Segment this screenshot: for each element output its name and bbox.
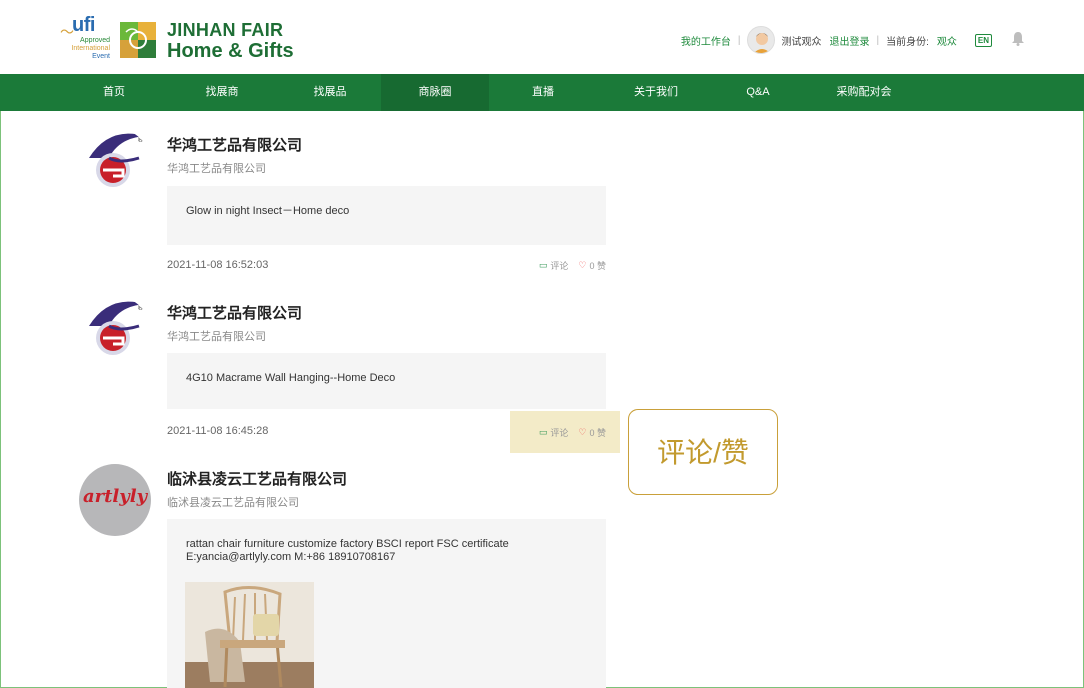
post-time: 2021-11-08 16:45:28 [167,425,269,437]
divider: | [876,34,880,46]
post-content: 4G10 Macrame Wall Hanging--Home Deco [167,353,606,409]
identity-value[interactable]: 观众 [937,33,957,48]
like-button[interactable]: ♡ 0 赞 [578,426,606,439]
nav-item-matchmaking[interactable]: 采购配对会 [810,74,918,111]
post-content-line: E:yancia@artlyly.com M:+86 18910708167 [186,551,396,563]
language-toggle[interactable]: EN [974,33,992,47]
jinhan-logo-icon [120,22,156,58]
user-avatar-icon [754,33,771,53]
comment-like-callout: 评论/赞 [628,409,778,495]
company-name[interactable]: 临沭县凌云工艺品有限公司 [167,468,347,489]
ufi-word: ufi [72,14,95,36]
post-actions-highlighted: ▭ 评论 ♡ 0 赞 [510,411,620,453]
nav-item-products[interactable]: 找展品 [276,74,384,111]
company-logo[interactable]: ® [79,296,151,368]
comment-icon: ▭ [538,259,548,270]
user-toolbar: 我的工作台 | 测试观众 退出登录 | 当前身份: 观众 EN [681,26,1024,54]
comment-label: 评论 [550,260,569,271]
identity-label: 当前身份: [886,36,929,48]
comment-icon: ▭ [538,426,548,437]
divider: | [737,34,741,46]
company-subtitle: 华鸿工艺品有限公司 [167,331,266,343]
nav-item-live[interactable]: 直播 [489,74,597,111]
company-name[interactable]: 华鸿工艺品有限公司 [167,134,302,155]
heart-icon: ♡ [578,426,587,437]
rattan-chair-image [185,582,314,688]
brand-title: JINHAN FAIR [167,20,284,40]
like-count: 0 赞 [589,260,606,271]
post-actions: ▭ 评论 ♡ 0 赞 [510,253,620,277]
ufi-approved: Approved [80,37,110,44]
comment-label: 评论 [550,427,569,438]
ufi-international: International [71,45,110,52]
nav-item-home[interactable]: 首页 [60,74,168,111]
company-name[interactable]: 华鸿工艺品有限公司 [167,302,302,323]
ufi-event: Event [92,53,110,60]
comment-button[interactable]: ▭ 评论 [539,426,569,439]
heart-icon: ♡ [578,259,587,270]
ufi-logo: 〜 ufi Approved International Event [58,14,110,60]
like-button[interactable]: ♡ 0 赞 [578,259,606,272]
nav-item-qa[interactable]: Q&A [704,74,812,111]
nav-item-about[interactable]: 关于我们 [602,74,710,111]
company-logo[interactable]: artlyly [79,464,151,536]
nav-item-business-circle[interactable]: 商脉圈 [381,74,489,111]
post-content-line: rattan chair furniture customize factory… [186,538,509,550]
artlyly-logo-text: artlyly [82,486,148,507]
company-logo[interactable]: ® [79,128,151,200]
like-count: 0 赞 [589,427,606,438]
brand-subtitle: Home & Gifts [167,40,294,62]
header: 〜 ufi Approved International Event JINHA… [0,0,1084,74]
post-content: Glow in night Insect－Home deco [167,186,606,245]
post-time: 2021-11-08 16:52:03 [167,259,269,271]
avatar[interactable] [747,26,776,54]
bell-icon[interactable] [1012,31,1024,49]
post-image[interactable] [185,582,314,688]
nav-item-exhibitors[interactable]: 找展商 [168,74,276,111]
company-subtitle: 华鸿工艺品有限公司 [167,163,266,175]
main-nav: 首页 找展商 找展品 商脉圈 直播 关于我们 Q&A 采购配对会 [0,74,1084,111]
workspace-link[interactable]: 我的工作台 [681,33,731,48]
user-name: 测试观众 [781,36,822,48]
comment-button[interactable]: ▭ 评论 [539,259,569,272]
company-subtitle: 临沭县凌云工艺品有限公司 [167,497,299,509]
glory-logo-icon: ® [79,296,151,368]
glory-logo-icon: ® [79,128,151,200]
logout-link[interactable]: 退出登录 [829,33,869,48]
